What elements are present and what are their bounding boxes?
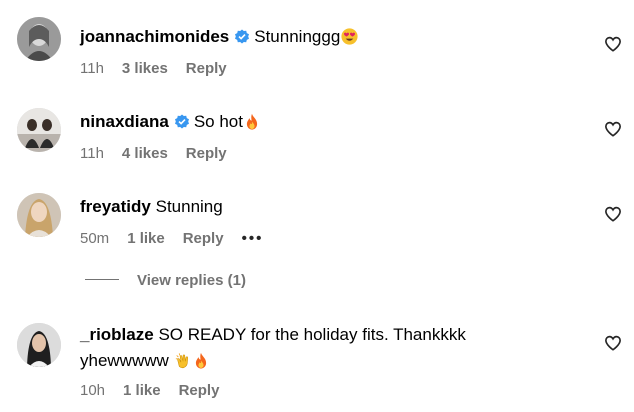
heart-outline-icon[interactable] bbox=[604, 35, 622, 53]
comment-text: Stunninggg bbox=[254, 27, 341, 46]
comment-line-1: _rioblaze SO READY for the holiday fits.… bbox=[80, 323, 560, 347]
comment-meta: 11h 3 likes Reply bbox=[80, 59, 245, 79]
comment-text: SO READY for the holiday fits. Thankkkk bbox=[158, 325, 466, 344]
comment-text: So hot bbox=[193, 112, 243, 131]
verified-badge-icon bbox=[174, 114, 189, 129]
fire-emoji bbox=[195, 352, 206, 369]
comment-likes[interactable]: 3 likes bbox=[122, 60, 168, 77]
reply-button[interactable]: Reply bbox=[186, 60, 227, 77]
fire-emoji bbox=[246, 113, 258, 130]
heart-outline-icon[interactable] bbox=[604, 334, 622, 352]
comment-meta: 11h 4 likes Reply bbox=[80, 144, 245, 164]
comment-text-continued: yhewwwww bbox=[80, 351, 169, 370]
avatar-image bbox=[17, 323, 61, 367]
avatar-image bbox=[17, 193, 61, 237]
more-options-button[interactable]: ••• bbox=[242, 230, 264, 247]
reply-button[interactable]: Reply bbox=[183, 230, 224, 247]
comment-body: joannachimonides Stunninggg bbox=[80, 25, 358, 49]
comment-username[interactable]: joannachimonides bbox=[80, 27, 229, 46]
comment-username[interactable]: _rioblaze bbox=[80, 325, 154, 344]
comment-username[interactable]: freyatidy bbox=[80, 197, 151, 216]
view-replies-label: View replies (1) bbox=[137, 272, 246, 289]
heart-eyes-emoji bbox=[341, 28, 358, 45]
verified-badge-icon bbox=[235, 29, 250, 44]
avatar[interactable] bbox=[17, 17, 61, 61]
reply-button[interactable]: Reply bbox=[186, 145, 227, 162]
comment-time: 11h bbox=[80, 60, 104, 77]
reply-button[interactable]: Reply bbox=[179, 382, 220, 399]
heart-outline-icon[interactable] bbox=[604, 205, 622, 223]
comment-time: 10h bbox=[80, 382, 106, 399]
comment-text: Stunning bbox=[155, 197, 223, 216]
divider bbox=[85, 279, 119, 280]
comment-time: 50m bbox=[80, 230, 110, 247]
clapping-hands-emoji bbox=[175, 353, 188, 369]
heart-outline-icon[interactable] bbox=[604, 120, 622, 138]
view-replies-button[interactable]: View replies (1) bbox=[85, 272, 246, 294]
avatar[interactable] bbox=[17, 108, 61, 152]
comment-time: 11h bbox=[80, 145, 104, 162]
comment-body: freyatidy Stunning bbox=[80, 195, 223, 219]
comment-username[interactable]: ninaxdiana bbox=[80, 112, 169, 131]
comment-line-2: yhewwwww bbox=[80, 349, 560, 373]
comment-body: ninaxdiana So hot bbox=[80, 110, 260, 134]
avatar-image bbox=[17, 17, 61, 61]
comment-likes[interactable]: 1 like bbox=[123, 382, 161, 399]
comment-likes[interactable]: 1 like bbox=[127, 230, 165, 247]
comment-body: _rioblaze SO READY for the holiday fits.… bbox=[80, 323, 560, 373]
avatar-image bbox=[17, 108, 61, 152]
comment-meta: 50m 1 like Reply ••• bbox=[80, 229, 281, 249]
comment-likes[interactable]: 4 likes bbox=[122, 145, 168, 162]
avatar[interactable] bbox=[17, 193, 61, 237]
avatar[interactable] bbox=[17, 323, 61, 367]
comment-meta: 10h 1 like Reply bbox=[80, 381, 237, 401]
